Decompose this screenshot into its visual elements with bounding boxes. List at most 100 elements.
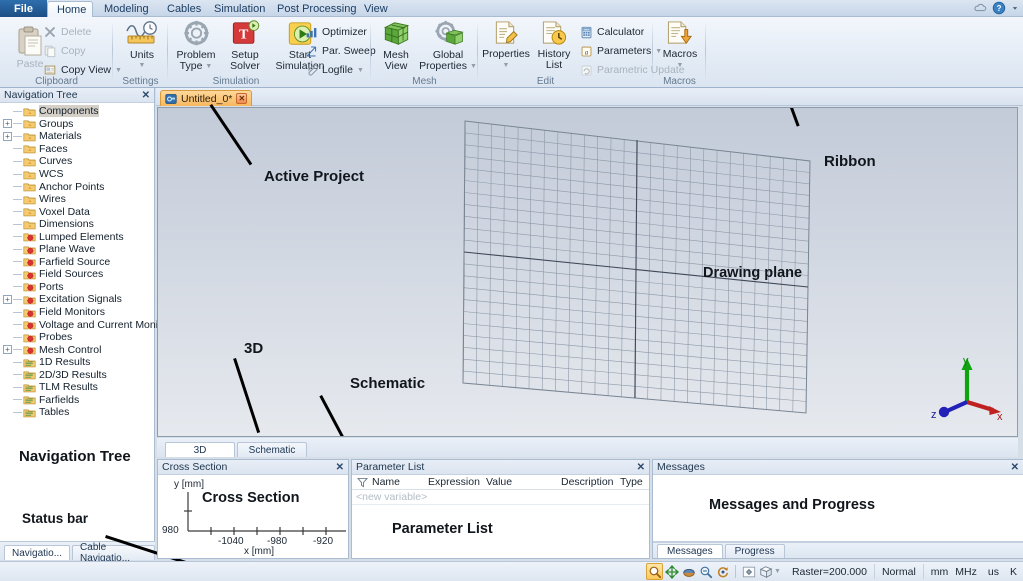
chevron-down-icon[interactable] [1011,1,1019,15]
fit-to-screen-icon[interactable] [740,563,757,580]
column-header-value[interactable]: Value [486,476,561,488]
tree-item-mesh-control[interactable]: + Mesh Control [0,343,154,356]
tree-item-farfield-source[interactable]: Farfield Source [0,256,154,269]
tree-item-wcs[interactable]: WCS [0,168,154,181]
setup-solver-button[interactable]: T Setup Solver [223,20,267,73]
document-tab-untitled[interactable]: Untitled_0* ✕ [160,90,253,106]
column-header-type[interactable]: Type [620,476,643,488]
view-tab-3d[interactable]: 3D [165,442,235,457]
properties-button[interactable]: Properties ▼ [480,20,532,73]
messages-tab-messages[interactable]: Messages [657,544,723,558]
chevron-down-icon[interactable]: ▼ [774,568,781,575]
units-button[interactable]: Units ▼ [115,20,169,73]
ribbon-tab-modeling[interactable]: Modeling [95,0,158,17]
tree-item-label: Curves [39,155,73,168]
chevron-down-icon[interactable]: ▼ [470,61,477,72]
parameters-button[interactable]: a Parameters ▼ [580,43,662,59]
parameter-list-body[interactable]: Parameter List [352,505,649,565]
tree-item-1d-results[interactable]: 1D Results [0,356,154,369]
tree-item-label: WCS [39,168,64,180]
expand-toggle-icon[interactable]: + [3,345,12,355]
tree-item-voxel-data[interactable]: Voxel Data [0,205,154,218]
copy-button[interactable]: Copy [43,43,86,59]
status-temperature-unit[interactable]: K [1006,564,1023,579]
tree-item-probes[interactable]: Probes [0,331,154,344]
zoom-select-icon[interactable] [646,563,663,580]
calculator-button[interactable]: Calculator [580,24,644,40]
expand-toggle-icon[interactable]: + [3,119,12,129]
tree-item-lumped-elements[interactable]: Lumped Elements [0,230,154,243]
ribbon-tab-view[interactable]: View [355,0,397,17]
cross-section-plot[interactable]: y [mm] Cross Section 980 -1040 -980 -920… [158,475,348,558]
column-header-description[interactable]: Description [561,476,620,488]
par-sweep-button[interactable]: Par. Sweep [305,43,376,59]
axis-label-z: z [931,409,937,421]
tree-item-field-sources[interactable]: Field Sources [0,268,154,281]
chevron-down-icon[interactable]: ▼ [357,67,364,74]
file-menu-button[interactable]: File [0,0,47,17]
tree-item-dimensions[interactable]: Dimensions [0,218,154,231]
ribbon-tab-post-processing[interactable]: Post Processing [268,0,365,17]
view-tab-schematic[interactable]: Schematic [237,442,307,457]
tree-item-2d-3d-results[interactable]: 2D/3D Results [0,368,154,381]
3d-viewport[interactable]: y x z Drawing plane Ribbon 3D Schematic [157,107,1018,437]
zoom-out-icon[interactable] [697,563,714,580]
ribbon-tab-cables[interactable]: Cables [158,0,210,17]
optimizer-button[interactable]: Optimizer [305,24,367,40]
rotate-icon[interactable] [680,563,697,580]
filter-icon[interactable] [356,476,369,489]
tree-item-farfields[interactable]: Farfields [0,394,154,407]
ribbon-tab-simulation[interactable]: Simulation [205,0,274,17]
cloud-icon[interactable] [973,1,987,15]
tree-item-plane-wave[interactable]: Plane Wave [0,243,154,256]
tree-item-label: Field Monitors [39,306,105,319]
tree-item-faces[interactable]: Faces [0,143,154,156]
tree-item-tables[interactable]: Tables [0,406,154,419]
close-icon[interactable]: ✕ [336,462,344,473]
help-icon[interactable]: ? [992,1,1006,15]
tree-item-wires[interactable]: Wires [0,193,154,206]
tree-item-voltage-and-current-monitors[interactable]: Voltage and Current Monitors [0,318,176,331]
rotate-view-icon[interactable] [714,563,731,580]
parameter-new-variable-row[interactable]: <new variable> [352,490,649,505]
column-header-expression[interactable]: Expression [428,476,486,488]
tree-item-components[interactable]: Components [0,105,154,118]
chevron-down-icon[interactable]: ▼ [205,61,212,72]
view-cube-icon[interactable] [757,563,774,580]
tree-item-ports[interactable]: Ports [0,281,154,294]
tree-item-groups[interactable]: + Groups [0,118,154,131]
close-icon[interactable]: ✕ [1011,462,1019,473]
tree-item-anchor-points[interactable]: Anchor Points [0,180,154,193]
delete-button[interactable]: Delete [43,24,91,40]
pan-move-icon[interactable] [663,563,680,580]
tree-item-tlm-results[interactable]: TLM Results [0,381,154,394]
tree-item-excitation-signals[interactable]: + Excitation Signals [0,293,154,306]
tree-item-materials[interactable]: + Materials [0,130,154,143]
nav-tab-navigation[interactable]: Navigatio... [4,545,71,560]
close-icon[interactable]: ✕ [236,93,248,104]
mesh-view-button[interactable]: Mesh View [374,20,418,73]
macros-button[interactable]: Macros ▼ [654,20,706,73]
ribbon-tab-home[interactable]: Home [47,1,93,18]
global-properties-button[interactable]: Global Properties ▼ [419,20,477,73]
tree-item-curves[interactable]: Curves [0,155,154,168]
messages-tab-progress[interactable]: Progress [724,544,785,558]
column-header-name[interactable]: Name [372,476,428,488]
status-time-unit[interactable]: us [984,564,1006,579]
messages-body[interactable]: Messages and Progress [653,475,1023,542]
history-list-button[interactable]: History List [532,20,576,73]
tree-item-field-monitors[interactable]: Field Monitors [0,306,154,319]
status-raster[interactable]: Raster=200.000 [785,564,874,579]
chevron-down-icon[interactable]: ▼ [139,60,146,71]
expand-toggle-icon[interactable]: + [3,294,12,304]
expand-toggle-icon[interactable]: + [3,131,12,141]
status-length-unit[interactable]: mm [922,564,956,579]
problem-type-button[interactable]: Problem Type ▼ [172,20,220,73]
status-snap-mode[interactable]: Normal [873,564,923,579]
status-frequency-unit[interactable]: MHz [955,564,984,579]
close-icon[interactable]: ✕ [142,90,150,101]
chevron-down-icon[interactable]: ▼ [677,60,684,71]
chevron-down-icon[interactable]: ▼ [503,60,510,71]
tree-item-label: Anchor Points [39,180,105,193]
close-icon[interactable]: ✕ [637,462,645,473]
